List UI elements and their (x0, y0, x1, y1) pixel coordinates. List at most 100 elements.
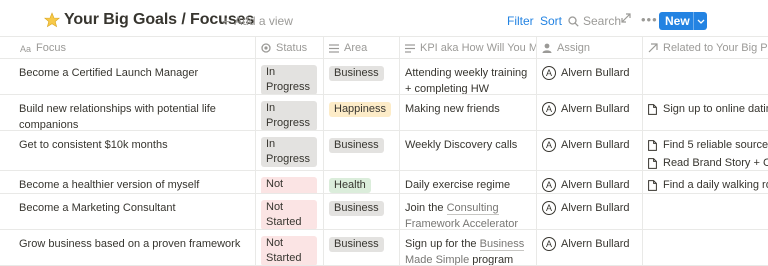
search-label: Search (583, 14, 622, 28)
area-cell[interactable]: Health (324, 171, 400, 193)
assignee[interactable]: A Alvern Bullard (542, 236, 636, 252)
area-tag: Business (329, 201, 384, 216)
table-header: Aa Focus Status Area KPI aka How Will Yo… (0, 36, 768, 59)
avatar: A (542, 138, 556, 152)
focus-title[interactable]: Grow business based on a proven framewor… (19, 236, 249, 252)
assign-cell[interactable]: A Alvern Bullard (537, 194, 643, 229)
assignee[interactable]: A Alvern Bullard (542, 177, 636, 193)
related-page-link[interactable]: Find a daily walking rou (648, 177, 768, 193)
status-cell[interactable]: In Progress (256, 59, 324, 94)
assignee[interactable]: A Alvern Bullard (542, 65, 636, 81)
related-page-link[interactable]: Find 5 reliable sources c (648, 137, 768, 153)
text-property-icon: Aa (20, 44, 31, 53)
area-cell[interactable]: Business (324, 59, 400, 94)
assignee[interactable]: A Alvern Bullard (542, 200, 636, 216)
focus-title[interactable]: Become a Certified Launch Manager (19, 65, 249, 81)
focus-cell[interactable]: Become a healthier version of myself (15, 171, 256, 193)
expand-icon[interactable] (621, 13, 631, 23)
related-cell[interactable] (643, 59, 768, 94)
column-header-related[interactable]: Related to Your Big Proje (643, 37, 768, 59)
sort-button[interactable]: Sort (540, 14, 562, 28)
status-cell[interactable]: Not Started (256, 171, 324, 193)
area-cell[interactable]: Business (324, 230, 400, 265)
avatar: A (542, 201, 556, 215)
text-lines-icon (405, 43, 415, 53)
search-button[interactable]: Search (568, 14, 621, 28)
area-cell[interactable]: Business (324, 194, 400, 229)
status-cell[interactable]: Not Started (256, 230, 324, 265)
column-label: Focus (36, 42, 66, 54)
assignee[interactable]: A Alvern Bullard (542, 101, 636, 117)
area-tag: Happiness (329, 102, 391, 117)
related-cell[interactable]: Find 5 reliable sources c Read Brand Stor… (643, 131, 768, 170)
related-page-title: Find 5 reliable sources c (663, 139, 768, 151)
assign-cell[interactable]: A Alvern Bullard (537, 59, 643, 94)
chevron-down-icon[interactable] (693, 12, 707, 30)
related-cell[interactable]: Find a daily walking rou (643, 171, 768, 193)
area-cell[interactable]: Business (324, 131, 400, 170)
assignee[interactable]: A Alvern Bullard (542, 137, 636, 153)
focus-cell[interactable]: Get to consistent $10k months (15, 131, 256, 170)
related-page-title: Sign up to online dating (663, 103, 768, 115)
table-row[interactable]: Become a Marketing Consultant Not Started… (0, 194, 768, 230)
status-cell[interactable]: Not Started (256, 194, 324, 229)
filter-button[interactable]: Filter (507, 14, 534, 28)
status-cell[interactable]: In Progress (256, 95, 324, 130)
column-header-area[interactable]: Area (324, 37, 400, 59)
avatar: A (542, 237, 556, 251)
assignee-name: Alvern Bullard (561, 202, 630, 214)
table-row[interactable]: Build new relationships with potential l… (0, 95, 768, 131)
kpi-cell[interactable]: Daily exercise regime (400, 171, 537, 193)
kpi-text: Weekly Discovery calls (405, 139, 518, 151)
page-icon (648, 157, 657, 169)
status-cell[interactable]: In Progress (256, 131, 324, 170)
column-header-focus[interactable]: Aa Focus (15, 37, 256, 59)
kpi-text: Sign up for the (405, 238, 480, 250)
assignee-name: Alvern Bullard (561, 139, 630, 151)
kpi-cell[interactable]: Weekly Discovery calls (400, 131, 537, 170)
assign-cell[interactable]: A Alvern Bullard (537, 230, 643, 265)
focus-title[interactable]: Become a healthier version of myself (19, 177, 249, 193)
assignee-name: Alvern Bullard (561, 103, 630, 115)
relation-arrow-icon (648, 43, 658, 53)
focus-cell[interactable]: Grow business based on a proven framewor… (15, 230, 256, 265)
list-property-icon (329, 43, 339, 53)
focus-title[interactable]: Build new relationships with potential l… (19, 101, 249, 130)
person-property-icon (542, 43, 552, 53)
focus-cell[interactable]: Build new relationships with potential l… (15, 95, 256, 130)
focus-cell[interactable]: Become a Marketing Consultant (15, 194, 256, 229)
related-page-link[interactable]: Read Brand Story + Con (648, 155, 768, 170)
related-page-link[interactable]: Sign up to online dating (648, 101, 768, 117)
area-cell[interactable]: Happiness (324, 95, 400, 130)
area-tag: Business (329, 237, 384, 252)
add-view-button[interactable]: + Add a view (222, 14, 293, 28)
area-tag: Business (329, 66, 384, 81)
kpi-cell[interactable]: Join the Consulting Framework Accelerato… (400, 194, 537, 229)
focus-title[interactable]: Get to consistent $10k months (19, 137, 249, 153)
assign-cell[interactable]: A Alvern Bullard (537, 171, 643, 193)
table-row[interactable]: Get to consistent $10k months In Progress… (0, 131, 768, 171)
column-header-status[interactable]: Status (256, 37, 324, 59)
related-cell[interactable] (643, 230, 768, 265)
related-cell[interactable]: Sign up to online dating (643, 95, 768, 130)
related-cell[interactable] (643, 194, 768, 229)
assign-cell[interactable]: A Alvern Bullard (537, 95, 643, 130)
kpi-cell[interactable]: Sign up for the Business Made Simple pro… (400, 230, 537, 265)
kpi-cell[interactable]: Attending weekly training + completing H… (400, 59, 537, 94)
kpi-text: Daily exercise regime (405, 179, 511, 191)
status-badge: In Progress (261, 101, 317, 130)
more-icon[interactable]: ••• (641, 12, 658, 27)
table-row[interactable]: Grow business based on a proven framewor… (0, 230, 768, 266)
column-header-kpi[interactable]: KPI aka How Will You M... (400, 37, 537, 59)
focus-cell[interactable]: Become a Certified Launch Manager (15, 59, 256, 94)
page-icon (648, 179, 657, 191)
new-label: New (665, 14, 690, 28)
kpi-cell[interactable]: Making new friends (400, 95, 537, 130)
table-row[interactable]: Become a healthier version of myself Not … (0, 171, 768, 194)
focus-title[interactable]: Become a Marketing Consultant (19, 200, 249, 216)
assign-cell[interactable]: A Alvern Bullard (537, 131, 643, 170)
new-button[interactable]: New (659, 12, 707, 30)
column-header-assign[interactable]: Assign (537, 37, 643, 59)
kpi-text: Attending weekly training + completing H… (405, 67, 528, 94)
table-row[interactable]: Become a Certified Launch Manager In Prog… (0, 59, 768, 95)
